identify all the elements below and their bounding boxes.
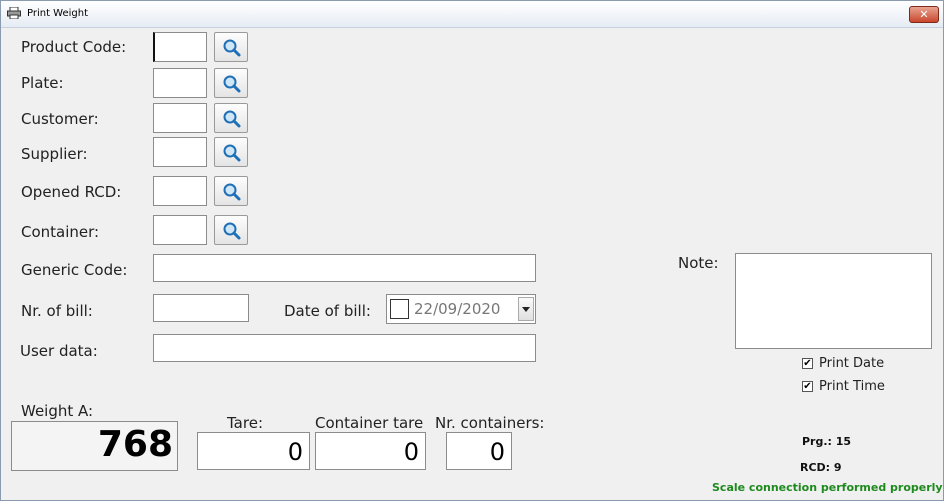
bill-number-label: Nr. of bill: [21,302,93,320]
customer-label: Customer: [21,110,99,128]
weight-a-value: 768 [97,424,173,465]
opened-rcd-label: Opened RCD: [21,183,122,201]
bill-date-value: 22/09/2020 [414,300,501,318]
plate-label: Plate: [21,74,64,92]
print-time-label: Print Time [819,379,885,394]
container-tare-input[interactable]: 0 [315,432,426,470]
search-icon [223,144,241,162]
container-tare-value: 0 [403,438,419,466]
search-icon [223,222,241,240]
customer-search-button[interactable] [214,103,248,133]
print-weight-window: Print Weight ✕ Product Code: Plate: Cust… [0,0,944,501]
bill-date-label: Date of bill: [284,302,371,320]
tare-value: 0 [287,438,303,466]
container-search-button[interactable] [214,215,248,245]
bill-date-checkbox[interactable] [390,299,409,319]
product-code-search-button[interactable] [214,32,248,62]
note-label: Note: [678,254,719,272]
user-data-label: User data: [20,342,98,360]
close-button[interactable]: ✕ [909,6,939,23]
plate-search-button[interactable] [214,68,248,98]
status-message: Scale connection performed properly [712,481,943,494]
window-title: Print Weight [27,8,89,19]
tare-input[interactable]: 0 [197,432,310,470]
supplier-label: Supplier: [21,145,88,163]
bill-date-picker[interactable]: 22/09/2020 [386,294,536,324]
tare-label: Tare: [227,414,263,432]
supplier-input[interactable] [153,137,207,167]
search-icon [223,39,241,57]
user-data-input[interactable] [153,334,536,362]
note-textarea[interactable] [735,253,932,349]
weight-a-label: Weight A: [21,402,94,420]
search-icon [223,110,241,128]
rcd-info: RCD: 9 [800,461,842,474]
program-info: Prg.: 15 [802,435,852,448]
container-label: Container: [21,223,100,241]
containers-count-input[interactable]: 0 [446,432,512,470]
close-icon: ✕ [919,8,929,21]
printer-icon [7,7,21,19]
product-code-label: Product Code: [21,38,127,56]
chevron-down-icon[interactable] [518,297,534,321]
opened-rcd-search-button[interactable] [214,176,248,206]
container-input[interactable] [153,215,207,245]
product-code-input[interactable] [153,32,207,62]
customer-input[interactable] [153,103,207,133]
search-icon [223,183,241,201]
print-date-checkbox[interactable]: ✔ [802,358,813,369]
generic-code-label: Generic Code: [21,261,128,279]
print-date-label: Print Date [819,356,885,371]
supplier-search-button[interactable] [214,137,248,167]
print-time-checkbox[interactable]: ✔ [802,381,813,392]
search-icon [223,75,241,93]
container-tare-label: Container tare [315,414,424,432]
bill-number-input[interactable] [153,294,249,322]
weight-a-display: 768 [11,421,178,471]
title-bar: Print Weight ✕ [1,1,943,28]
containers-count-value: 0 [489,438,505,466]
opened-rcd-input[interactable] [153,176,207,206]
plate-input[interactable] [153,68,207,98]
generic-code-input[interactable] [153,254,536,282]
containers-count-label: Nr. containers: [435,414,545,432]
